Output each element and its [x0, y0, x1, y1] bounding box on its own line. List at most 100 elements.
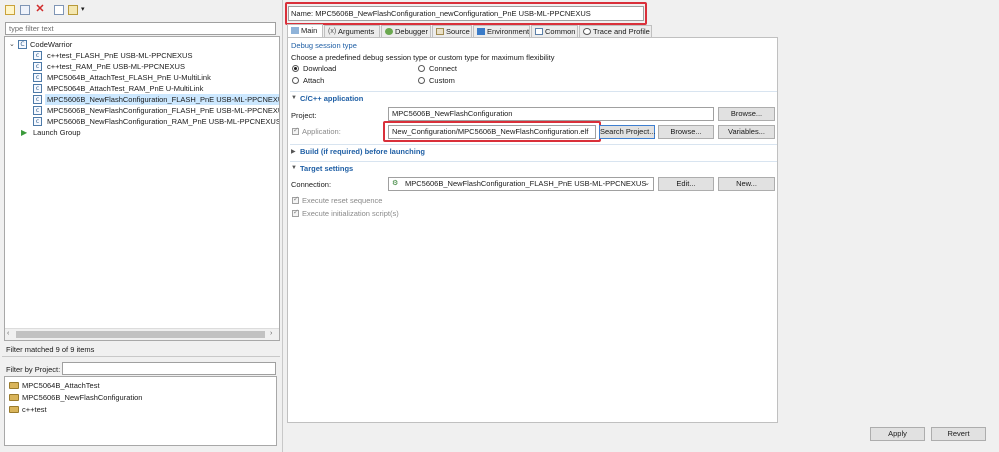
project-input[interactable]: MPC5606B_NewFlashConfiguration	[388, 107, 714, 121]
reset-sequence-checkbox[interactable]	[292, 195, 299, 204]
project-folder-icon	[9, 382, 19, 389]
debug-session-title: Debug session type	[291, 41, 357, 50]
project-browse-button[interactable]: Browse...	[718, 107, 775, 121]
horizontal-scrollbar[interactable]: ‹ ›	[5, 328, 279, 340]
tab-trace-and-profile[interactable]: Trace and Profile	[579, 25, 652, 37]
tab-main[interactable]: Main	[287, 24, 323, 38]
apply-button[interactable]: Apply	[870, 427, 925, 441]
scroll-right-icon[interactable]: ›	[270, 330, 272, 337]
config-icon: c	[33, 95, 42, 104]
environment-icon	[477, 28, 485, 35]
chevron-down-icon[interactable]: ▼	[291, 165, 297, 171]
tree-item-label: MPC5064B_AttachTest_RAM_PnE U-MultiLink	[47, 84, 204, 93]
tree-item[interactable]: c MPC5064B_AttachTest_FLASH_PnE U-MultiL…	[33, 72, 278, 83]
tab-arguments[interactable]: (x) Arguments	[324, 25, 380, 37]
tab-debugger[interactable]: Debugger	[381, 25, 431, 37]
application-label: Application:	[302, 127, 341, 136]
filter-by-project-input[interactable]	[62, 362, 276, 375]
common-icon	[535, 28, 543, 35]
tree-item[interactable]: c MPC5606B_NewFlashConfiguration_RAM_PnE…	[33, 116, 279, 127]
radio-custom-label: Custom	[429, 76, 455, 85]
tree-item[interactable]: c c++test_RAM_PnE USB-ML-PPCNEXUS	[33, 61, 278, 72]
filter-input[interactable]: type filter text	[5, 22, 276, 35]
config-icon: c	[33, 106, 42, 115]
tab-label: Arguments	[338, 27, 375, 36]
tab-common[interactable]: Common	[531, 25, 578, 37]
application-input[interactable]: New_Configuration/MPC5606B_NewFlashConfi…	[388, 125, 596, 139]
radio-custom[interactable]	[418, 77, 425, 84]
tree-item-launch-group[interactable]: ▶ Launch Group	[21, 127, 266, 138]
launch-group-icon: ▶	[21, 128, 28, 137]
main-tab-icon	[291, 27, 299, 34]
project-label: MPC5064B_AttachTest	[22, 381, 100, 390]
config-icon: c	[33, 51, 42, 60]
section-divider	[290, 161, 777, 162]
tree-item[interactable]: c c++test_FLASH_PnE USB-ML-PPCNEXUS	[33, 50, 278, 61]
cpp-app-section-title[interactable]: C/C++ application	[300, 94, 363, 103]
tree-root-label: CodeWarrior	[30, 40, 73, 49]
tree-item[interactable]: c MPC5064B_AttachTest_RAM_PnE U-MultiLin…	[33, 83, 278, 94]
tab-source[interactable]: Source	[432, 25, 472, 37]
tree-item[interactable]: c MPC5606B_NewFlashConfiguration_FLASH_P…	[33, 105, 279, 116]
radio-connect[interactable]	[418, 65, 425, 72]
config-icon: c	[33, 73, 42, 82]
name-field[interactable]: Name: MPC5606B_NewFlashConfiguration_new…	[288, 6, 644, 21]
chevron-down-icon[interactable]: ⌄	[644, 178, 650, 190]
build-section-title[interactable]: Build (if required) before launching	[300, 147, 425, 156]
name-value: MPC5606B_NewFlashConfiguration_newConfig…	[315, 9, 591, 18]
application-checkbox[interactable]	[292, 126, 299, 135]
tab-label: Trace and Profile	[593, 27, 650, 36]
debugger-bug-icon	[385, 28, 393, 35]
init-script-label: Execute initialization script(s)	[302, 209, 399, 218]
section-divider	[290, 91, 777, 92]
reset-sequence-label: Execute reset sequence	[302, 196, 383, 205]
scroll-left-icon[interactable]: ‹	[7, 330, 9, 337]
scrollbar-thumb[interactable]	[16, 331, 265, 338]
search-project-button[interactable]: Search Project...	[599, 125, 655, 139]
tab-environment[interactable]: Environment	[473, 25, 530, 37]
tab-label: Common	[545, 27, 576, 36]
chevron-down-icon[interactable]: ▾	[81, 5, 85, 13]
connection-edit-button[interactable]: Edit...	[658, 177, 714, 191]
chevron-right-icon[interactable]: ▶	[291, 148, 296, 155]
filter-status: Filter matched 9 of 9 items	[6, 345, 95, 354]
source-icon	[436, 28, 444, 35]
radio-attach[interactable]	[292, 77, 299, 84]
tree-root-codewarrior[interactable]: ⌄ C CodeWarrior	[9, 39, 269, 50]
filter-icon[interactable]	[68, 5, 78, 15]
revert-button[interactable]: Revert	[931, 427, 986, 441]
application-browse-button[interactable]: Browse...	[658, 125, 714, 139]
radio-download[interactable]	[292, 65, 299, 72]
launch-config-editor: Name: MPC5606B_NewFlashConfiguration_new…	[282, 0, 999, 452]
tab-label: Environment	[487, 27, 530, 36]
collapse-all-icon[interactable]	[54, 5, 64, 15]
connection-select[interactable]: ⚙ MPC5606B_NewFlashConfiguration_FLASH_P…	[388, 177, 654, 191]
variables-button[interactable]: Variables...	[718, 125, 775, 139]
chevron-down-icon[interactable]: ▼	[291, 95, 297, 101]
tree-item-label: c++test_RAM_PnE USB-ML-PPCNEXUS	[47, 62, 185, 71]
config-icon: c	[33, 84, 42, 93]
project-label: MPC5606B_NewFlashConfiguration	[22, 393, 143, 402]
project-label: c++test	[22, 405, 47, 414]
tree-item-label: c++test_FLASH_PnE USB-ML-PPCNEXUS	[47, 51, 193, 60]
tab-label: Source	[446, 27, 470, 36]
project-list: MPC5064B_AttachTest MPC5606B_NewFlashCon…	[4, 376, 277, 446]
tree-item-selected[interactable]: c MPC5606B_NewFlashConfiguration_FLASH_P…	[33, 94, 279, 105]
new-config-icon[interactable]	[5, 5, 15, 15]
init-script-checkbox[interactable]	[292, 208, 299, 217]
delete-icon[interactable]: ✕	[35, 4, 45, 15]
project-folder-icon	[9, 394, 19, 401]
duplicate-icon[interactable]	[20, 5, 30, 15]
name-label: Name:	[291, 9, 314, 18]
config-icon: c	[33, 117, 42, 126]
target-settings-title[interactable]: Target settings	[300, 164, 353, 173]
trace-icon	[583, 28, 591, 35]
launch-config-list-panel: ✕ ▾ type filter text ⌄ C CodeWarrior c c…	[0, 0, 281, 452]
debug-session-description: Choose a predefined debug session type o…	[291, 53, 555, 62]
connection-new-button[interactable]: New...	[718, 177, 775, 191]
project-folder-icon	[9, 406, 19, 413]
chevron-down-icon[interactable]: ⌄	[9, 39, 15, 50]
arguments-icon: (x)	[328, 28, 337, 35]
config-icon: c	[33, 62, 42, 71]
codewarrior-config-type-icon: C	[18, 40, 27, 49]
